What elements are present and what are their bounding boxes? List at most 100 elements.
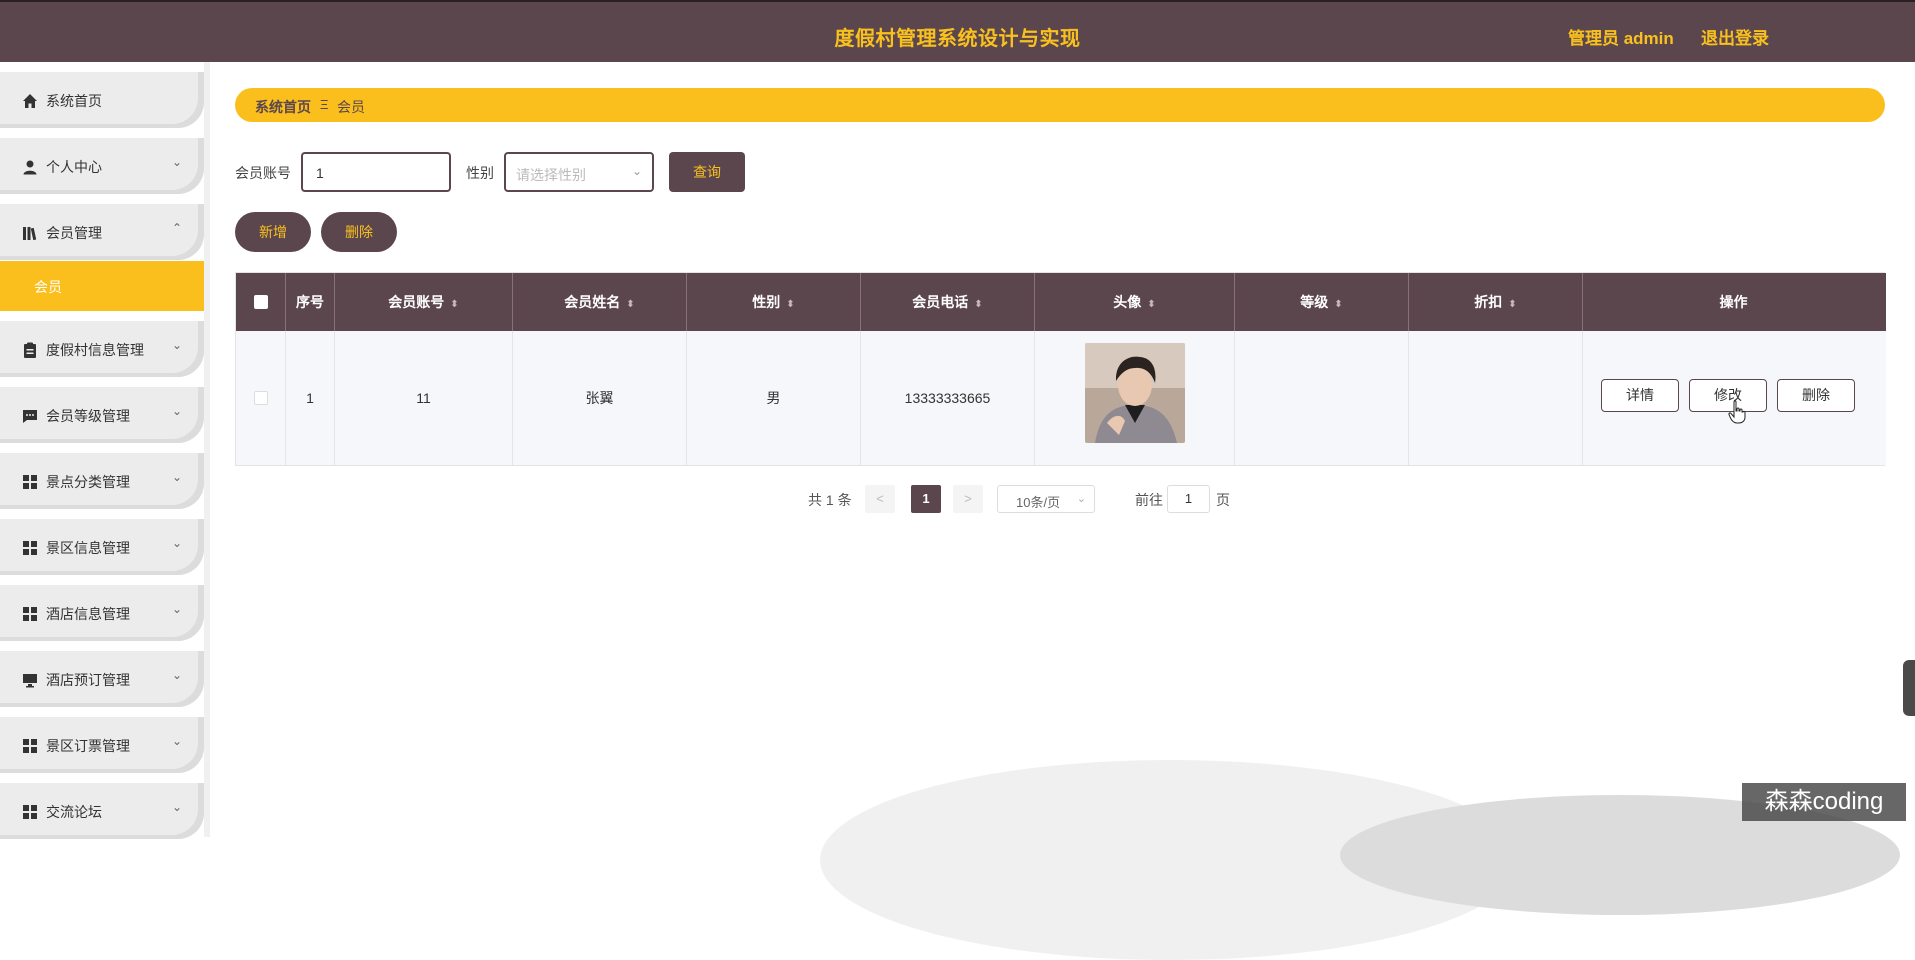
chat-icon: [23, 410, 37, 423]
next-page-button[interactable]: >: [953, 485, 983, 513]
grid-icon: [23, 541, 37, 555]
sidebar-item-label: 景点分类管理: [46, 474, 130, 490]
cell-discount: [1409, 331, 1583, 465]
table-row: 1 11 张翼 男 13333333665 详情 修改 删除: [236, 331, 1886, 465]
sort-icon[interactable]: ⬍: [1334, 299, 1342, 310]
hand-cursor-icon: [1728, 400, 1746, 424]
cell-actions: 详情 修改 删除: [1583, 331, 1884, 465]
header-name[interactable]: 会员姓名 ⬍: [513, 273, 687, 331]
sidebar-item-hotel-info[interactable]: 酒店信息管理 ⌄: [0, 585, 204, 641]
avatar[interactable]: [1085, 343, 1185, 443]
sidebar-item-member-level[interactable]: 会员等级管理 ⌄: [0, 387, 204, 443]
logout-link[interactable]: 退出登录: [1701, 24, 1769, 49]
header-actions: 操作: [1719, 294, 1748, 310]
sidebar-item-label: 会员等级管理: [46, 408, 130, 424]
sidebar-item-label: 度假村信息管理: [46, 342, 144, 358]
page-size-value: 10条/页: [1016, 495, 1061, 510]
header-index: 序号: [286, 273, 335, 331]
chevron-down-icon: ⌄: [172, 602, 183, 616]
cell-avatar: [1035, 331, 1235, 465]
sidebar-item-label: 交流论坛: [46, 804, 102, 820]
member-table: 序号 会员账号 ⬍ 会员姓名 ⬍ 性别 ⬍ 会员电话 ⬍ 头像 ⬍ 等级 ⬍ 折扣 ⬍ 操作 …: [235, 272, 1886, 466]
header-avatar[interactable]: 头像 ⬍: [1035, 273, 1235, 331]
sort-icon[interactable]: ⬍: [1508, 299, 1516, 310]
chevron-down-icon: ⌄: [172, 470, 183, 484]
grid-icon: [23, 805, 37, 819]
sidebar-item-ticket-booking[interactable]: 景区订票管理 ⌄: [0, 717, 204, 773]
sort-icon[interactable]: ⬍: [974, 299, 982, 310]
sidebar-item-home[interactable]: 系统首页: [0, 72, 204, 128]
gender-label: 性别: [466, 165, 494, 181]
home-icon: [23, 94, 37, 108]
chevron-down-icon: ⌄: [172, 668, 183, 682]
breadcrumb-separator: Ξ: [320, 97, 329, 112]
sidebar: 系统首页 个人中心 ⌄ 会员管理 ⌃ 会员 度假村信息管理 ⌄ 会员等级管理 ⌄…: [0, 62, 210, 839]
sort-icon[interactable]: ⬍: [1147, 299, 1155, 310]
chevron-down-icon: ⌄: [1076, 493, 1086, 505]
gender-select[interactable]: 请选择性别 ⌄: [504, 152, 654, 192]
header-gender[interactable]: 性别 ⬍: [687, 273, 861, 331]
top-header: 度假村管理系统设计与实现 管理员 admin 退出登录: [0, 0, 1915, 62]
sidebar-item-personal-center[interactable]: 个人中心 ⌄: [0, 138, 204, 194]
chevron-down-icon: ⌄: [172, 800, 183, 814]
sidebar-item-hotel-booking[interactable]: 酒店预订管理 ⌄: [0, 651, 204, 707]
header-discount[interactable]: 折扣 ⬍: [1409, 273, 1583, 331]
detail-button[interactable]: 详情: [1601, 379, 1679, 412]
side-tab-handle[interactable]: [1903, 660, 1915, 716]
breadcrumb-current: 会员: [337, 99, 365, 115]
row-delete-button[interactable]: 删除: [1777, 379, 1855, 412]
page-suffix-label: 页: [1216, 492, 1230, 508]
page-1-button[interactable]: 1: [911, 485, 941, 513]
pagination-total: 共 1 条: [808, 492, 852, 508]
admin-user-label[interactable]: 管理员 admin: [1568, 24, 1674, 49]
chevron-down-icon: ⌄: [172, 338, 183, 352]
add-button[interactable]: 新增: [235, 212, 311, 252]
sidebar-item-scenic-info[interactable]: 景区信息管理 ⌄: [0, 519, 204, 575]
header-level[interactable]: 等级 ⬍: [1235, 273, 1409, 331]
sidebar-item-forum[interactable]: 交流论坛 ⌄: [0, 783, 204, 839]
gender-select-placeholder: 请选择性别: [516, 167, 586, 183]
batch-delete-button[interactable]: 删除: [321, 212, 397, 252]
breadcrumb-home-link[interactable]: 系统首页: [255, 97, 311, 117]
sidebar-item-label: 景区信息管理: [46, 540, 130, 556]
sidebar-item-scenic-category[interactable]: 景点分类管理 ⌄: [0, 453, 204, 509]
breadcrumb: 系统首页 Ξ 会员: [235, 88, 1885, 122]
grid-icon: [23, 739, 37, 753]
page-size-select[interactable]: 10条/页 ⌄: [997, 485, 1095, 513]
prev-page-button[interactable]: <: [865, 485, 895, 513]
goto-page-input[interactable]: 1: [1167, 485, 1210, 513]
chevron-down-icon: ⌄: [172, 734, 183, 748]
grid-icon: [23, 475, 37, 489]
sidebar-item-resort-info[interactable]: 度假村信息管理 ⌄: [0, 321, 204, 377]
sidebar-item-label: 会员管理: [46, 225, 102, 241]
select-all-checkbox[interactable]: [254, 295, 268, 309]
row-checkbox[interactable]: [254, 391, 268, 405]
grid-icon: [23, 607, 37, 621]
account-search-input[interactable]: 1: [301, 152, 451, 192]
header-phone[interactable]: 会员电话 ⬍: [861, 273, 1035, 331]
query-button[interactable]: 查询: [669, 152, 745, 192]
table-header: 序号 会员账号 ⬍ 会员姓名 ⬍ 性别 ⬍ 会员电话 ⬍ 头像 ⬍ 等级 ⬍ 折扣 ⬍ 操作: [236, 273, 1886, 331]
sort-icon[interactable]: ⬍: [626, 299, 634, 310]
chevron-down-icon: ⌄: [172, 155, 183, 169]
chevron-down-icon: ⌄: [631, 164, 642, 178]
cell-level: [1235, 331, 1409, 465]
sidebar-item-label: 酒店预订管理: [46, 672, 130, 688]
goto-label: 前往: [1135, 492, 1163, 508]
sidebar-item-member-management[interactable]: 会员管理 ⌃: [0, 204, 204, 260]
chevron-down-icon: ⌄: [172, 404, 183, 418]
user-icon: [23, 160, 37, 175]
sidebar-subitem-label: 会员: [34, 279, 62, 295]
sidebar-item-label: 景区订票管理: [46, 738, 130, 754]
header-account[interactable]: 会员账号 ⬍: [335, 273, 513, 331]
book-icon: [23, 227, 37, 241]
watermark: 森森coding: [1742, 783, 1906, 821]
sort-icon[interactable]: ⬍: [786, 299, 794, 310]
sort-icon[interactable]: ⬍: [450, 299, 458, 310]
chevron-down-icon: ⌄: [172, 536, 183, 550]
cell-index: 1: [286, 331, 335, 465]
sidebar-subitem-member[interactable]: 会员: [0, 261, 204, 311]
sidebar-item-label: 个人中心: [46, 159, 102, 175]
account-label: 会员账号: [235, 165, 291, 181]
sidebar-item-label: 酒店信息管理: [46, 606, 130, 622]
